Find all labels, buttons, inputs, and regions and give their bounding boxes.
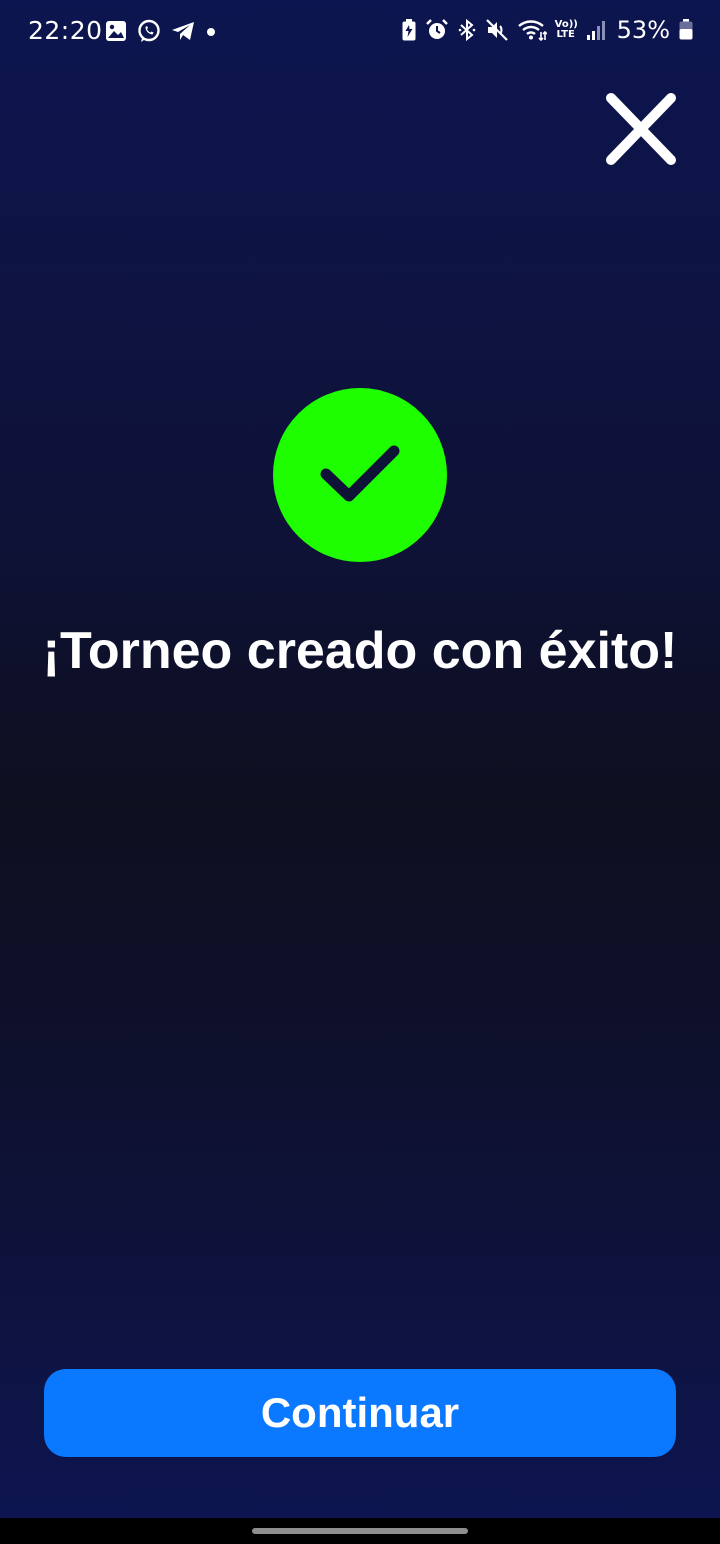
home-indicator[interactable]	[252, 1528, 468, 1534]
close-icon	[606, 93, 676, 165]
volte-bottom-text: LTE	[556, 29, 575, 40]
wifi-icon	[517, 18, 547, 42]
battery-icon	[678, 18, 694, 42]
battery-percent: 53%	[616, 16, 670, 44]
mute-icon	[485, 18, 509, 42]
bluetooth-icon	[457, 18, 477, 42]
continue-button[interactable]: Continuar	[44, 1369, 676, 1457]
dot-icon	[204, 19, 218, 43]
checkmark-icon	[320, 445, 400, 502]
success-title: ¡Torneo creado con éxito!	[42, 622, 678, 680]
status-left-icons	[104, 18, 218, 44]
image-icon	[104, 19, 128, 43]
telegram-icon	[170, 19, 196, 43]
alarm-icon	[425, 18, 449, 42]
whatsapp-icon	[136, 18, 162, 44]
close-button[interactable]	[598, 88, 684, 170]
status-right-icons: Vo)) LTE 53%	[401, 16, 694, 44]
navigation-bar	[0, 1518, 720, 1544]
signal-icon	[585, 18, 607, 42]
status-bar: 22:20 Vo)) LTE 53%	[0, 0, 720, 64]
battery-saver-icon	[401, 18, 417, 42]
success-icon	[273, 388, 447, 562]
status-time: 22:20	[28, 16, 103, 45]
volte-icon: Vo)) LTE	[555, 20, 578, 40]
